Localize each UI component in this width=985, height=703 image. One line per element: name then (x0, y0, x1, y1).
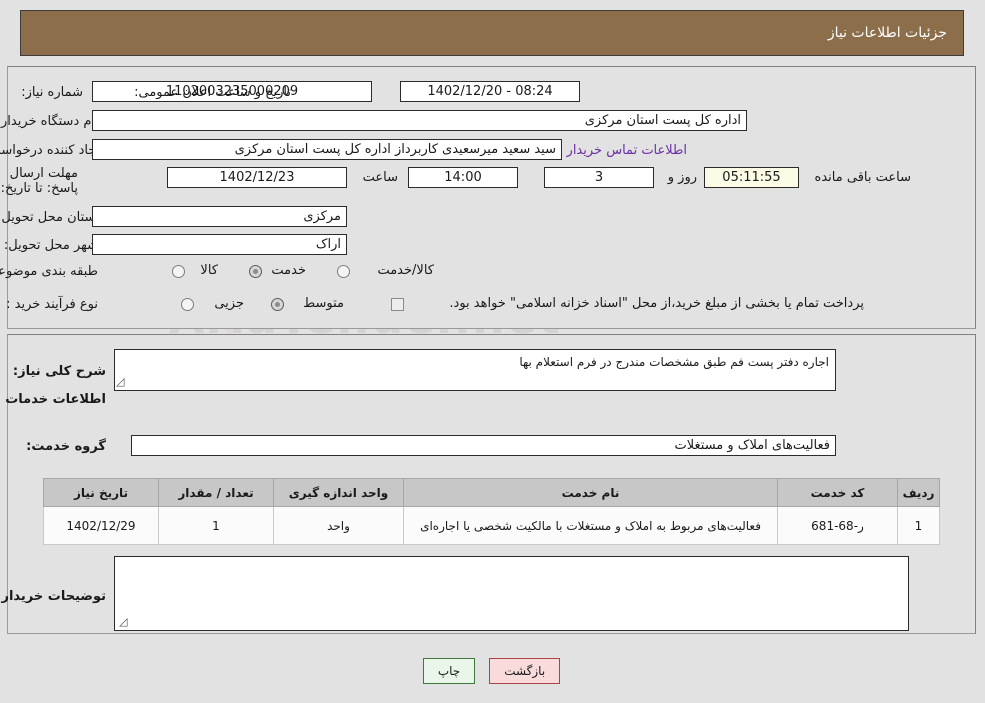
deadline-time-field[interactable]: 14:00 (409, 167, 519, 188)
deadline-date-field[interactable]: 1402/12/23 (168, 167, 348, 188)
service-group-field[interactable]: فعالیت‌های املاک و مستغلات (132, 435, 837, 456)
radio-process-motavaset[interactable] (272, 298, 285, 311)
radio-subject-kala-khedmat[interactable] (338, 265, 351, 278)
buyer-org-label: نام دستگاه خریدار: (0, 114, 100, 129)
request-creator-label: ایجاد کننده درخواست: (0, 143, 105, 158)
page-title: جزئیات اطلاعات نیاز (828, 25, 948, 41)
resize-grip-icon[interactable]: ◺ (117, 375, 127, 388)
table-header-row: ردیف کد خدمت نام خدمت واحد اندازه گیری ت… (44, 478, 941, 507)
deadline-label: مهلت ارسال پاسخ: تا تاریخ: (1, 166, 79, 196)
cell-qty: 1 (159, 506, 275, 545)
cell-unit: واحد (274, 506, 405, 545)
radio-subject-khedmat[interactable] (250, 265, 263, 278)
cell-date: 1402/12/29 (44, 506, 160, 545)
deadline-days-suffix: روز و (668, 170, 698, 185)
radio-process-jozi[interactable] (182, 298, 195, 311)
general-description-label: شرح کلی نیاز: (13, 364, 107, 379)
deadline-days-field[interactable]: 3 (545, 167, 655, 188)
need-number-label: شماره نیاز: (22, 85, 84, 100)
deadline-countdown-suffix: ساعت باقی مانده (815, 170, 912, 185)
th-index: ردیف (898, 478, 941, 507)
request-creator-field[interactable]: سید سعید میرسعیدی کاربرداز اداره کل پست … (93, 139, 563, 160)
delivery-province-field[interactable]: مرکزی (93, 206, 348, 227)
radio-process-motavaset-label: متوسط (304, 296, 345, 311)
need-summary-panel (8, 66, 977, 329)
buyer-comments-textarea[interactable] (115, 556, 910, 631)
print-button[interactable]: چاپ (423, 658, 477, 684)
deadline-time-label: ساعت (363, 170, 399, 185)
th-qty: تعداد / مقدار (159, 478, 275, 507)
buyer-comments-label: توضیحات خریدار: (0, 589, 107, 604)
service-group-label: گروه خدمت: (27, 439, 107, 454)
th-unit: واحد اندازه گیری (274, 478, 405, 507)
page-header: جزئیات اطلاعات نیاز (21, 10, 965, 56)
cell-index: 1 (898, 506, 941, 545)
buyer-org-field[interactable]: اداره کل پست استان مرکزی (93, 110, 748, 131)
announce-datetime-label: تاریخ و ساعت اعلان عمومی: (135, 85, 292, 100)
deadline-countdown-field: 05:11:55 (705, 167, 800, 188)
treasury-note-text: پرداخت تمام یا بخشی از مبلغ خرید،از محل … (450, 296, 865, 311)
delivery-city-label: شهر محل تحویل: (4, 238, 99, 253)
subject-category-label: طبقه بندی موضوعی: (0, 264, 99, 279)
action-buttons: بازگشت چاپ (0, 658, 985, 684)
treasury-note-checkbox[interactable] (392, 298, 405, 311)
th-date: تاریخ نیاز (44, 478, 160, 507)
cell-name: فعالیت‌های مربوط به املاک و مستغلات با م… (404, 506, 779, 545)
radio-process-jozi-label: جزیی (215, 296, 245, 311)
cell-code: ر-68-681 (778, 506, 899, 545)
back-button[interactable]: بازگشت (490, 658, 562, 684)
announce-datetime-field[interactable]: 08:24 - 1402/12/20 (401, 81, 581, 102)
radio-subject-khedmat-label: خدمت (272, 263, 307, 278)
th-code: کد خدمت (778, 478, 899, 507)
general-description-textarea[interactable]: اجاره دفتر پست فم طبق مشخصات مندرج در فر… (115, 349, 837, 391)
radio-subject-kala-label: کالا (201, 263, 219, 278)
delivery-province-label: استان محل تحویل: (0, 210, 100, 225)
th-name: نام خدمت (404, 478, 779, 507)
services-section-title: اطلاعات خدمات مورد نیاز (0, 392, 107, 407)
table-row: 1 ر-68-681 فعالیت‌های مربوط به املاک و م… (44, 506, 941, 545)
resize-grip-icon[interactable]: ◺ (120, 615, 130, 628)
purchase-process-label: نوع فرآیند خرید : (7, 297, 99, 312)
services-table: ردیف کد خدمت نام خدمت واحد اندازه گیری ت… (44, 478, 941, 545)
buyer-contact-link[interactable]: اطلاعات تماس خریدار (568, 143, 688, 158)
radio-subject-kala-khedmat-label: کالا/خدمت (378, 263, 435, 278)
radio-subject-kala[interactable] (173, 265, 186, 278)
delivery-city-field[interactable]: اراک (93, 234, 348, 255)
